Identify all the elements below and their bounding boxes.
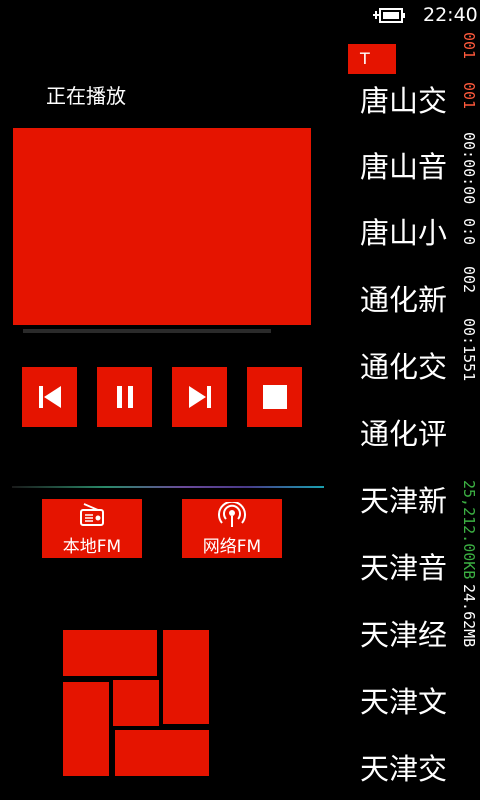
debug-counter: 00:1551: [460, 318, 478, 382]
station-item[interactable]: 天津音: [360, 545, 447, 587]
network-fm-button[interactable]: 网络FM: [182, 499, 282, 558]
next-icon: [188, 386, 211, 408]
station-item[interactable]: 唐山小: [360, 210, 447, 252]
debug-counter: 002: [460, 266, 478, 294]
memory-used: 25,212.00KB: [460, 480, 478, 580]
stop-button[interactable]: [247, 367, 302, 427]
radio-icon: [80, 503, 104, 526]
station-item[interactable]: 天津新: [360, 478, 447, 520]
station-item[interactable]: 天津文: [360, 679, 447, 721]
debug-counters: 001 001 00:00:00 0:0 002 00:1551 25,212.…: [460, 0, 480, 800]
pause-button[interactable]: [97, 367, 152, 427]
divider: [12, 486, 324, 488]
tile[interactable]: [115, 730, 209, 776]
broadcast-icon: [218, 502, 246, 527]
tile[interactable]: [163, 630, 209, 724]
previous-icon: [38, 386, 61, 408]
tile[interactable]: [63, 630, 157, 676]
debug-counter: 00:00:00: [460, 132, 478, 205]
station-item[interactable]: 唐山交: [360, 78, 447, 120]
jump-letter-badge[interactable]: T: [348, 44, 396, 74]
station-item[interactable]: 通化评: [360, 411, 447, 453]
debug-counter: 001: [460, 82, 478, 110]
stop-icon: [262, 385, 287, 409]
station-item[interactable]: 通化新: [360, 277, 447, 319]
pause-icon: [116, 386, 133, 408]
local-fm-button[interactable]: 本地FM: [42, 499, 142, 558]
network-fm-label: 网络FM: [202, 537, 262, 557]
station-item[interactable]: 唐山音: [360, 144, 447, 186]
station-item[interactable]: 通化交: [360, 344, 447, 386]
next-button[interactable]: [172, 367, 227, 427]
progress-bar[interactable]: [23, 329, 271, 333]
station-item[interactable]: 天津经: [360, 612, 447, 654]
debug-counter: 001: [460, 32, 478, 60]
battery-charging-icon: [373, 8, 405, 23]
previous-button[interactable]: [22, 367, 77, 427]
debug-counter: 0:0: [460, 218, 478, 246]
tile[interactable]: [63, 682, 109, 776]
local-fm-label: 本地FM: [62, 537, 122, 557]
station-item[interactable]: 天津交: [360, 746, 447, 788]
memory-total: 24.62MB: [460, 584, 478, 648]
tile[interactable]: [113, 680, 159, 726]
album-art: [13, 128, 311, 325]
page-title: 正在播放: [46, 84, 126, 108]
status-bar: 22:40: [0, 0, 480, 32]
